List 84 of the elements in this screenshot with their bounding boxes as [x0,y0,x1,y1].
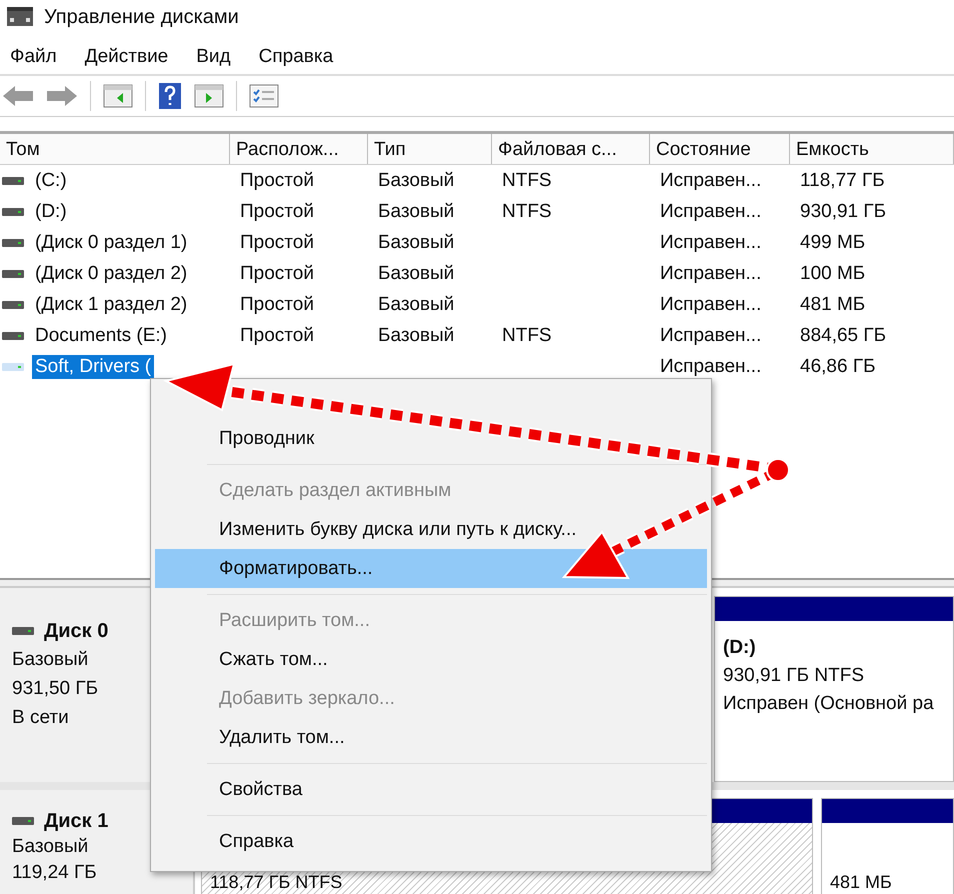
partition-block[interactable]: 481 МБ [821,798,954,894]
column-header[interactable]: Состояние [650,134,790,164]
drive-icon [2,298,24,310]
table-cell-text: NTFS [501,200,553,222]
column-header[interactable]: Тип [368,134,492,164]
drive-icon [2,330,24,342]
volume-name[interactable]: (Диск 0 раздел 1) [32,230,190,254]
table-cell-text: 118,77 ГБ [799,170,886,192]
drive-icon [2,268,24,280]
table-cell-text: Простой [239,294,315,316]
table-cell-text: Простой [239,200,315,222]
table-cell-text: 481 МБ [799,294,866,316]
panel-icon[interactable] [194,84,224,108]
table-cell-text: 884,65 ГБ [799,324,888,346]
table-cell-text: Исправен... [659,200,762,222]
disk-size: 119,24 ГБ [12,862,98,884]
disk-name: Диск 1 [44,810,108,832]
drive-icon [2,206,24,218]
volume-name[interactable]: (D:) [32,200,70,224]
column-header[interactable]: Файловая с... [492,134,650,164]
partition-status: Исправен (Основной ра [723,693,935,715]
menu-item[interactable]: Действие [84,46,168,68]
column-header[interactable]: Том [0,134,230,164]
disk-management-icon [6,6,34,28]
table-cell-text: Базовый [377,294,456,316]
drive-icon [2,360,24,372]
window-title: Управление дисками [44,6,239,28]
volume-name[interactable]: Documents (E:) [32,324,170,348]
menu-item[interactable]: Сжать том... [155,640,707,679]
menu-item[interactable]: Проводник [155,419,707,458]
menu-item[interactable]: Свойства [155,770,707,809]
drive-icon [12,815,34,827]
table-cell-text: Простой [239,262,315,284]
help-icon[interactable] [158,82,182,110]
table-cell-text: 100 МБ [799,262,866,284]
table-cell-text: 930,91 ГБ [799,200,888,222]
column-header[interactable]: Располож... [230,134,368,164]
table-cell-text: Базовый [377,324,456,346]
disk-type: Базовый [12,649,90,671]
menu-item[interactable]: Форматировать... [155,549,707,588]
table-cell-text: Базовый [377,200,456,222]
checklist-icon[interactable] [249,84,279,108]
table-cell-text: Базовый [377,232,456,254]
menu-item[interactable]: Файл [10,46,57,68]
back-icon[interactable] [2,84,34,108]
partition-size: 481 МБ [830,872,893,892]
drive-icon [12,625,34,637]
panel-icon[interactable] [103,84,133,108]
partition-size: 118,77 ГБ NTFS [210,872,344,892]
disk-type: Базовый [12,836,90,858]
table-cell-text: Исправен... [659,294,762,316]
menu-item[interactable]: Вид [196,46,231,68]
volume-name[interactable]: (Диск 0 раздел 2) [32,262,190,286]
table-cell-text: Простой [239,232,315,254]
menu-item[interactable]: Справка [155,822,707,861]
partition-size: 930,91 ГБ NTFS [723,665,866,687]
drive-icon [2,174,24,186]
disk-status: В сети [12,707,70,729]
table-cell-text: Простой [239,324,315,346]
table-cell-text: Исправен... [659,324,762,346]
table-cell-text: NTFS [501,324,553,346]
partition-label: (D:) [723,637,757,659]
volume-name[interactable]: (C:) [32,168,70,192]
disk-name: Диск 0 [44,620,108,642]
table-cell-text: Базовый [377,262,456,284]
partition-block[interactable]: (D:) 930,91 ГБ NTFS Исправен (Основной ра [714,596,954,782]
table-cell-text: 46,86 ГБ [799,356,877,378]
table-cell-text: Исправен... [659,262,762,284]
drive-icon [2,236,24,248]
table-cell-text: Простой [239,170,315,192]
table-cell-text: NTFS [501,170,553,192]
column-header[interactable]: Емкость [790,134,954,164]
table-cell-text: Базовый [377,170,456,192]
forward-icon[interactable] [46,84,78,108]
table-cell-text: Исправен... [659,232,762,254]
table-cell-text: Исправен... [659,170,762,192]
menu-item[interactable]: Справка [258,46,334,68]
menu-item[interactable]: Изменить букву диска или путь к диску... [155,510,707,549]
volume-name[interactable]: (Диск 1 раздел 2) [32,292,190,316]
table-cell-text: 499 МБ [799,232,866,254]
disk-size: 931,50 ГБ [12,678,100,700]
table-cell-text: Исправен... [659,356,762,378]
volume-name[interactable]: Soft, Drivers ( [32,354,154,378]
menu-item[interactable]: Удалить том... [155,718,707,757]
